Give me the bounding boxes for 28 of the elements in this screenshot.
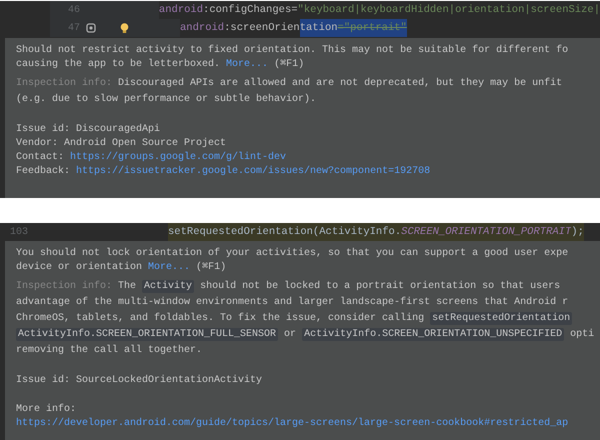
warning-message: device or orientation More... (⌘F1) [16, 261, 226, 275]
link[interactable]: More... [226, 59, 268, 70]
issue-detail: Vendor: Android Open Source Project [16, 137, 226, 151]
code-line: android:screenOrientation="portrait" [180, 19, 407, 37]
link[interactable]: More... [148, 262, 190, 273]
code-line: android:configChanges="keyboard|keyboardHidden|orientation|screenSize| [158, 3, 600, 18]
warning-message: causing the app to be letterboxed. More... (⌘F1) [16, 58, 304, 72]
inspection-info: Inspection info: Discouraged APIs are allowed and are not deprecated, but they may be unfit [16, 76, 562, 91]
inspection-info: Inspection info: The Activity should not be locked to a portrait orientation so that users [16, 279, 560, 295]
issue-detail: Contact: https://groups.google.com/g/lint-dev [16, 151, 286, 165]
issue-detail: Issue id: DiscouragedApi [16, 123, 160, 137]
link[interactable]: https://issuetracker.google.com/issues/new?component=192708 [76, 166, 430, 177]
link[interactable]: https://groups.google.com/g/lint-dev [70, 152, 286, 163]
link[interactable]: https://developer.android.com/guide/topics/large-screens/large-screen-cookbook#restricted_ap [16, 418, 568, 429]
code-line: setRequestedOrientation(ActivityInfo.SCREEN_ORIENTATION_PORTRAIT); [168, 223, 584, 241]
inspection-info: advantage of the multi-window environments and larger landscape-first screens that Android r [16, 296, 568, 310]
activity-icon[interactable] [86, 23, 96, 33]
line-number: 103 [10, 226, 28, 238]
inspection-info: ActivityInfo.SCREEN_ORIENTATION_FULL_SENSOR or ActivityInfo.SCREEN_ORIENTATION_UNSPECIFIED opti [16, 327, 594, 343]
warning-message: You should not lock orientation of your activities, so that you can support a good user expe [16, 247, 568, 261]
issue-detail: More info: [16, 403, 76, 417]
warning-message: Should not restrict activity to fixed orientation. This may not be suitable for different fo [16, 44, 568, 58]
inspection-info: (e.g. due to slow performance or subtle behavior). [16, 92, 316, 107]
lightbulb-icon[interactable] [120, 22, 129, 34]
issue-detail: Issue id: SourceLockedOrientationActivity [16, 374, 262, 388]
inspection-info: removing the call all together. [16, 344, 202, 358]
inspection-info: ChromeOS, tablets, and foldables. To fix the issue, consider calling setRequestedOrientation [16, 311, 572, 327]
issue-detail: Feedback: https://issuetracker.google.com/issues/new?component=192708 [16, 165, 430, 179]
